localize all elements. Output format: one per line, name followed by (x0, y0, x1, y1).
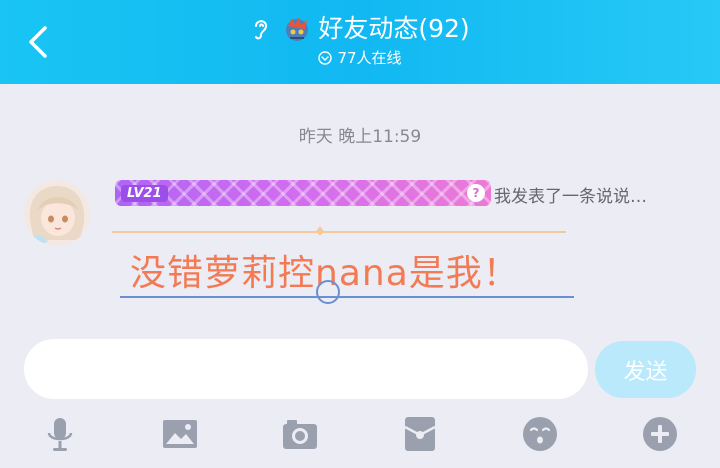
camera-icon (283, 420, 317, 449)
help-icon[interactable]: ? (467, 184, 485, 202)
level-badge[interactable]: LV21 ? (115, 180, 491, 206)
image-button[interactable] (160, 414, 200, 454)
divider (120, 296, 574, 298)
emoji-button[interactable] (520, 414, 560, 454)
level-label: LV21 (121, 184, 168, 202)
page-title: 好友动态(92) (318, 14, 470, 43)
group-avatar-icon (286, 17, 309, 41)
message-timestamp: 昨天 晚上11:59 (298, 127, 422, 147)
title-bar: 好友动态(92) 77人在线 (0, 0, 720, 84)
message-input[interactable] (24, 339, 588, 399)
avatar[interactable] (24, 180, 90, 246)
anime-avatar-icon (24, 180, 90, 246)
red-packet-icon (404, 417, 436, 451)
microphone-button[interactable] (40, 414, 80, 454)
circle-ornament-icon (316, 280, 340, 304)
toolbar (0, 414, 720, 454)
status-circle-icon (318, 50, 333, 65)
plus-icon (643, 417, 677, 451)
divider (112, 231, 566, 233)
microphone-icon (47, 418, 73, 451)
ear-icon[interactable] (250, 16, 272, 42)
chat-area: 昨天 晚上11:59 LV21 ? 我发表了一条说说… 没错萝莉控nana是我！ (0, 84, 720, 324)
send-button[interactable]: 发送 (595, 341, 696, 398)
bookmark-dot-icon (316, 226, 324, 236)
more-button[interactable] (640, 414, 680, 454)
emoji-icon (523, 417, 557, 451)
red-packet-button[interactable] (400, 414, 440, 454)
image-icon (163, 420, 197, 448)
input-bar: 发送 (0, 324, 720, 468)
camera-button[interactable] (280, 414, 320, 454)
online-count[interactable]: 77人在线 (337, 47, 401, 68)
post-action-text[interactable]: 我发表了一条说说… (494, 182, 647, 207)
